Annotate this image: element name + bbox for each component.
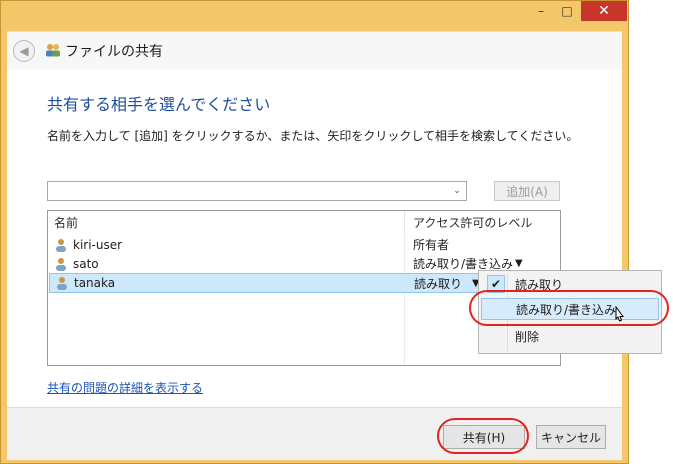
menu-item-label: 削除: [515, 329, 540, 344]
user-icon: [56, 257, 66, 271]
cancel-button[interactable]: キャンセル: [536, 425, 606, 449]
list-item[interactable]: kiri-user 所有者: [49, 235, 559, 254]
user-name: kiri-user: [73, 237, 123, 252]
column-header-name[interactable]: 名前: [54, 211, 399, 233]
column-header-level[interactable]: アクセス許可のレベル: [404, 211, 560, 233]
chevron-down-icon[interactable]: ⌄: [450, 184, 464, 198]
navigation-bar: ◀ ファイルの共有: [7, 31, 622, 70]
permission-level: 読み取り: [414, 276, 463, 291]
permission-level: 所有者: [413, 238, 450, 252]
minimize-button[interactable]: –: [528, 1, 554, 21]
name-combobox[interactable]: ⌄: [47, 181, 467, 201]
menu-item-remove[interactable]: 削除: [481, 325, 659, 347]
instruction-text: 名前を入力して [追加] をクリックするか、または、矢印をクリックして相手を検索…: [47, 129, 579, 143]
people-share-icon: [46, 44, 60, 57]
dropdown-arrow-icon[interactable]: ▼: [515, 258, 523, 269]
button-bar: 共有(H) キャンセル: [7, 407, 622, 460]
maximize-button[interactable]: □: [554, 1, 580, 21]
add-button[interactable]: 追加(A): [494, 181, 560, 201]
user-name: sato: [73, 256, 99, 271]
mouse-pointer-icon: [615, 306, 624, 322]
user-icon: [57, 277, 67, 290]
annotation-circle-read-write: [469, 290, 669, 326]
close-button[interactable]: ✕: [581, 1, 627, 21]
user-icon: [56, 238, 66, 252]
page-title: 共有する相手を選んでください: [47, 95, 271, 114]
user-name: tanaka: [74, 276, 116, 290]
back-arrow-icon[interactable]: ◀: [13, 40, 35, 62]
dialog-content: 共有する相手を選んでください 名前を入力して [追加] をクリックするか、または…: [7, 69, 622, 407]
window-title: ファイルの共有: [65, 44, 163, 60]
annotation-circle-share: [437, 418, 529, 454]
title-bar: – □ ✕: [1, 1, 628, 31]
sharing-help-link[interactable]: 共有の問題の詳細を表示する: [47, 379, 203, 396]
file-sharing-window: – □ ✕ ◀ ファイルの共有 共有する相手を選んでください 名前を入力して […: [0, 0, 629, 464]
